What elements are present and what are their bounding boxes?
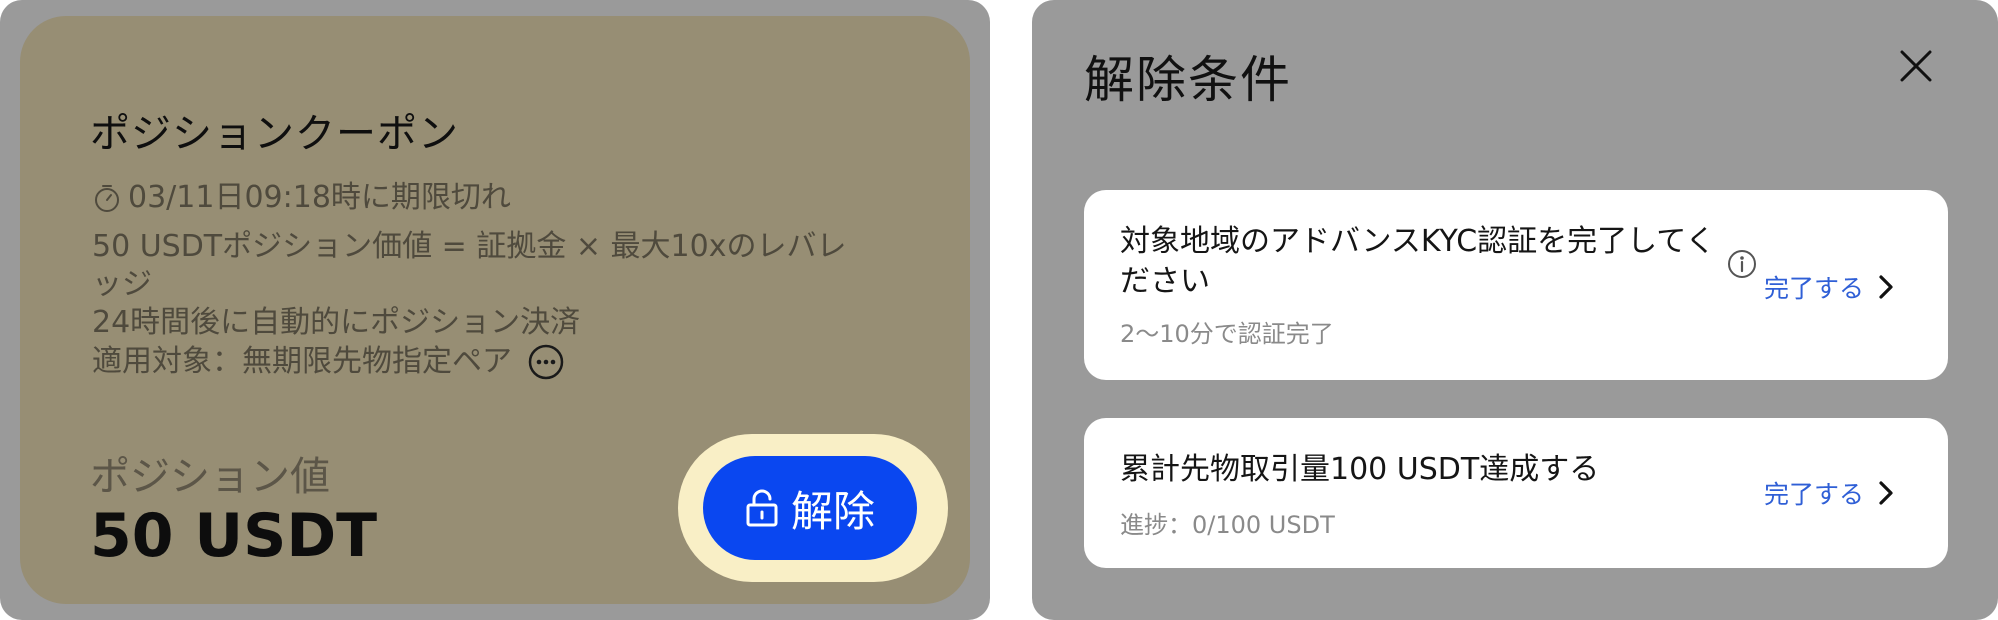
complete-button[interactable]: 完了する [1764,475,1894,511]
expiry-text: 03/11日09:18時に期限切れ [128,180,511,215]
description-line: ッジ [92,267,152,302]
unlock-button-label: 解除 [790,486,875,536]
position-value-label: ポジション値 [90,454,330,500]
coupon-title: ポジションクーポン [90,111,459,157]
close-icon [1900,50,1932,82]
complete-button-label: 完了する [1764,480,1865,509]
lock-icon [746,489,778,527]
unlock-button[interactable]: 解除 [703,456,917,560]
unlock-conditions-panel: 解除条件 対象地域のアドバンスKYC認証を完了してください 2〜10分で認証完了… [1032,0,1998,620]
timer-icon [95,185,119,212]
coupon-description: 50 USDTポジション価値 = 証拠金 × 最大10xのレバレ ッジ 24時間… [92,228,932,382]
position-value: 50 USDT [90,501,378,571]
info-icon[interactable] [1726,248,1758,280]
close-button[interactable] [1894,44,1938,88]
condition-title: 対象地域のアドバンスKYC認証を完了してください [1120,224,1716,299]
description-line: 50 USDTポジション価値 = 証拠金 × 最大10xのレバレ [92,229,847,264]
condition-card: 累計先物取引量100 USDT達成する 進捗：0/100 USDT 完了する [1084,418,1948,568]
description-line: 24時間後に自動的にポジション決済 [92,305,581,340]
expiry-row: 03/11日09:18時に期限切れ [92,179,511,217]
condition-card: 対象地域のアドバンスKYC認証を完了してください 2〜10分で認証完了 完了する [1084,190,1948,380]
condition-subtitle: 2〜10分で認証完了 [1120,320,1334,348]
chevron-right-icon [1879,275,1893,299]
chevron-right-icon [1879,481,1893,505]
condition-subtitle: 進捗：0/100 USDT [1120,511,1335,539]
applies-to-text: 適用対象：無期限先物指定ペア [92,344,512,379]
coupon-card: ポジションクーポン 03/11日09:18時に期限切れ 50 USDTポジション… [20,16,970,604]
condition-title: 累計先物取引量100 USDT達成する [1120,452,1600,487]
coupon-panel: ポジションクーポン 03/11日09:18時に期限切れ 50 USDTポジション… [0,0,990,620]
more-icon[interactable] [526,342,566,382]
modal-title: 解除条件 [1084,51,1292,109]
applies-to-row: 適用対象：無期限先物指定ペア [92,342,932,382]
complete-button-label: 完了する [1764,274,1865,303]
complete-button[interactable]: 完了する [1764,269,1894,305]
